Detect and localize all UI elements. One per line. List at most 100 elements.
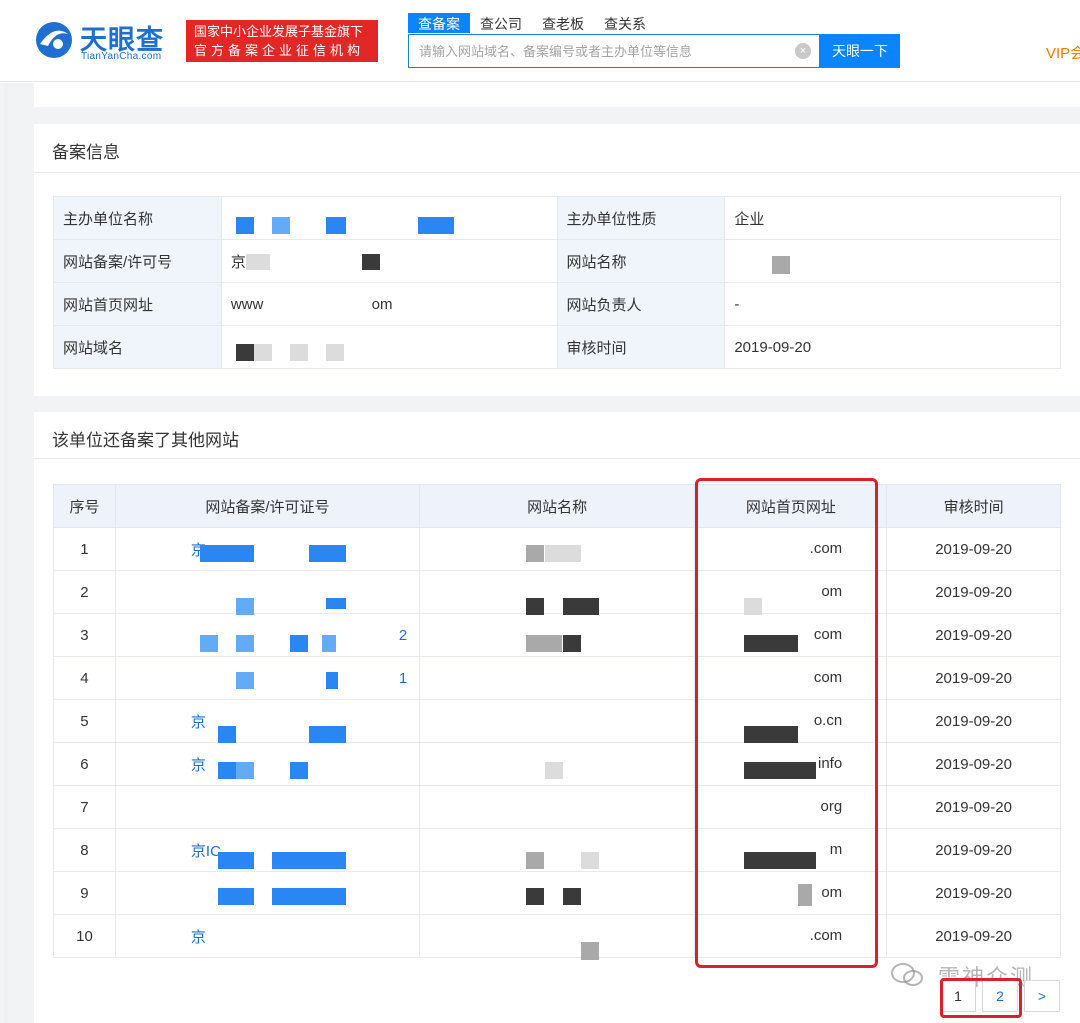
row-number: 5	[53, 699, 116, 743]
redaction-block	[545, 762, 563, 779]
redaction-block	[200, 545, 254, 562]
table-row: 9 om 2019-09-20	[53, 871, 1061, 915]
badge-line-2: 官方备案企业征信机构	[194, 43, 365, 58]
redaction-block	[236, 598, 254, 615]
license-link[interactable]: 京	[114, 914, 420, 958]
license-text[interactable]: 京IC	[191, 843, 221, 860]
tab-company[interactable]: 查公司	[470, 13, 532, 33]
card-divider	[34, 458, 1080, 459]
vip-link[interactable]: VIP会	[1046, 42, 1080, 63]
review-date: 2019-09-20	[886, 871, 1061, 915]
redaction-block	[309, 726, 346, 743]
left-edge	[4, 83, 8, 1023]
redaction-block	[326, 672, 338, 689]
redaction-block	[526, 888, 544, 905]
url-suffix: om	[371, 295, 393, 313]
column-header: 网站备案/许可证号	[114, 484, 420, 528]
license-text[interactable]: 1	[399, 670, 407, 687]
official-badge: 国家中小企业发展子基金旗下 官方备案企业征信机构	[186, 20, 378, 62]
record-info-title: 备案信息	[52, 143, 120, 162]
previous-card-bottom	[34, 83, 1080, 107]
license-text[interactable]: 京	[191, 929, 206, 946]
license-link[interactable]: 2	[114, 613, 420, 657]
redaction-block	[290, 635, 308, 652]
info-value: 京	[220, 239, 558, 283]
site-name	[418, 871, 696, 915]
search-box: ×	[408, 34, 820, 68]
row-number: 3	[53, 613, 116, 657]
redaction-block	[581, 852, 599, 869]
search-button[interactable]: 天眼一下	[820, 34, 900, 68]
site-logo[interactable]: 天眼查 TianYanCha.com	[34, 18, 184, 64]
redaction-block	[236, 672, 254, 689]
license-link[interactable]: 京IC	[114, 828, 420, 872]
badge-line-1: 国家中小企业发展子基金旗下	[194, 24, 364, 39]
redaction-block	[272, 888, 346, 905]
redaction-block	[290, 762, 308, 779]
info-key: 主办单位性质	[556, 196, 726, 240]
info-key: 网站域名	[53, 325, 222, 369]
redaction-block	[290, 344, 308, 361]
license-link[interactable]	[114, 785, 420, 829]
info-row: 网站首页网址 www om 网站负责人 -	[53, 282, 1061, 326]
url-column-highlight	[695, 478, 878, 968]
redaction-block	[236, 635, 254, 652]
site-name	[418, 699, 696, 743]
redaction-block	[418, 217, 454, 234]
info-value: 企业	[724, 196, 1061, 240]
other-sites-title: 该单位还备案了其他网站	[52, 431, 239, 450]
tab-boss[interactable]: 查老板	[532, 13, 594, 33]
license-link[interactable]: 京	[114, 699, 420, 743]
search-tabs: 查备案 查公司 查老板 查关系	[408, 13, 656, 33]
info-key: 审核时间	[556, 325, 726, 369]
info-value: -	[724, 282, 1061, 326]
redaction-block	[326, 598, 346, 609]
review-date: 2019-09-20	[886, 785, 1061, 829]
redaction-block	[218, 726, 236, 743]
license-text[interactable]: 2	[399, 627, 407, 644]
site-name	[418, 828, 696, 872]
url-prefix: www	[230, 295, 264, 313]
table-header-row: 序号 网站备案/许可证号 网站名称 网站首页网址 审核时间	[53, 484, 1061, 528]
review-date: 2019-09-20	[886, 527, 1061, 571]
license-text[interactable]: 京	[191, 757, 206, 774]
redaction-block	[545, 545, 581, 562]
redaction-block	[309, 545, 346, 562]
clear-icon[interactable]: ×	[795, 43, 811, 59]
redaction-block	[236, 217, 254, 234]
license-link[interactable]	[114, 570, 420, 614]
row-number: 2	[53, 570, 116, 614]
redaction-block	[200, 635, 218, 652]
top-header: 天眼查 TianYanCha.com 国家中小企业发展子基金旗下 官方备案企业征…	[0, 0, 1080, 82]
info-key: 网站备案/许可号	[53, 239, 222, 283]
license-link[interactable]: 1	[114, 656, 420, 700]
info-row: 网站域名 审核时间 2019-09-20	[53, 325, 1061, 369]
redaction-block	[772, 256, 790, 274]
tab-relation[interactable]: 查关系	[594, 13, 656, 33]
redaction-block	[581, 942, 599, 960]
column-header: 审核时间	[886, 484, 1061, 528]
site-name	[418, 570, 696, 614]
license-link[interactable]	[114, 871, 420, 915]
redaction-block	[218, 762, 236, 779]
site-name	[418, 785, 696, 829]
wechat-icon	[891, 963, 923, 986]
column-header: 网站名称	[418, 484, 696, 528]
review-date: 2019-09-20	[886, 613, 1061, 657]
redaction-block	[326, 344, 344, 361]
license-link[interactable]: 京	[114, 742, 420, 786]
license-text[interactable]: 京	[191, 714, 206, 731]
redaction-block	[563, 635, 581, 652]
license-link[interactable]: 京	[114, 527, 420, 571]
search-input[interactable]	[409, 35, 789, 67]
site-name	[418, 914, 696, 958]
info-value-url: www om	[220, 282, 558, 326]
next-page-button[interactable]: >	[1024, 980, 1060, 1012]
info-key: 网站负责人	[556, 282, 726, 326]
site-name	[418, 656, 696, 700]
info-key: 网站名称	[556, 239, 726, 283]
row-number: 4	[53, 656, 116, 700]
redaction-block	[236, 762, 254, 779]
info-row: 主办单位名称 主办单位性质 企业	[53, 196, 1061, 240]
tab-record[interactable]: 查备案	[408, 13, 470, 33]
